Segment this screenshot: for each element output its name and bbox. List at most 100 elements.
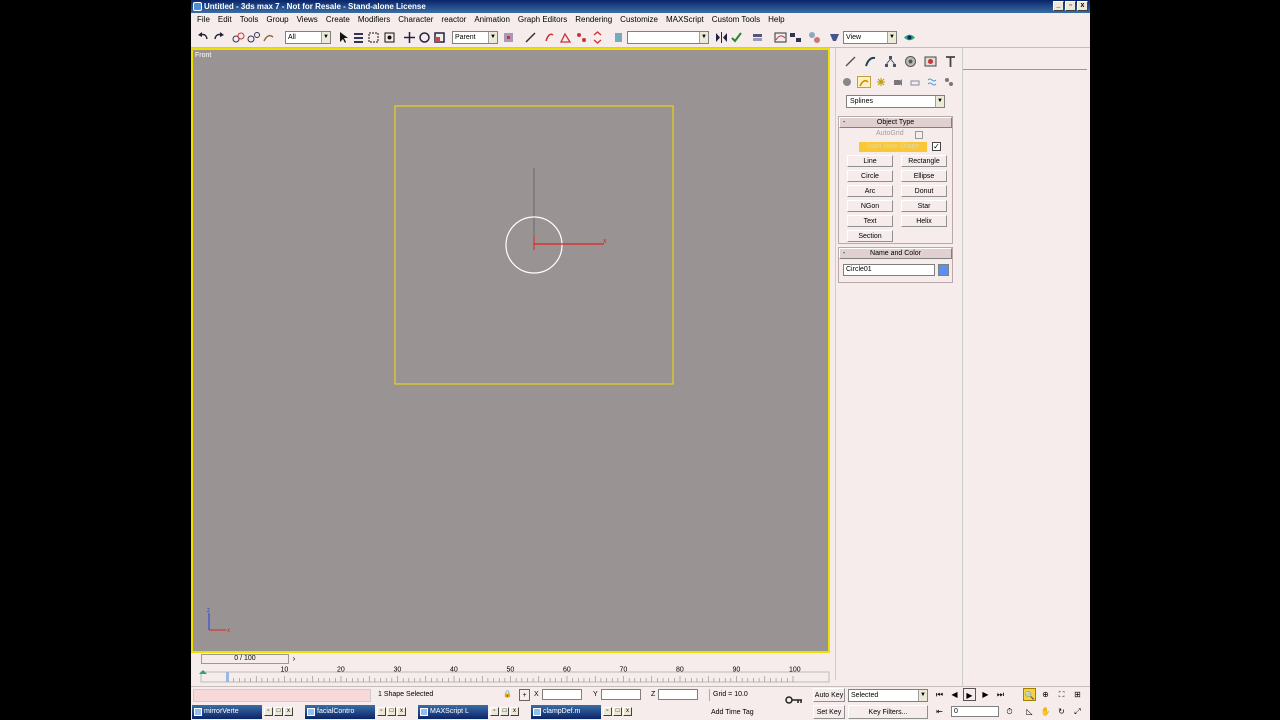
- close-button[interactable]: x: [397, 707, 406, 716]
- move-icon[interactable]: [403, 31, 416, 44]
- percent-snap-icon[interactable]: [575, 31, 588, 44]
- menu-help[interactable]: Help: [764, 13, 788, 27]
- time-slider-thumb[interactable]: 0 / 100: [201, 654, 289, 664]
- select-and-link-icon[interactable]: [232, 31, 245, 44]
- object-type-header[interactable]: - Object Type: [839, 117, 952, 128]
- menu-reactor[interactable]: reactor: [437, 13, 470, 27]
- schematic-view-icon[interactable]: [789, 31, 802, 44]
- menu-modifiers[interactable]: Modifiers: [354, 13, 394, 27]
- play-icon[interactable]: ▶: [963, 688, 976, 701]
- systems-icon[interactable]: [942, 76, 956, 88]
- scale-icon[interactable]: [433, 31, 446, 44]
- modify-tab-icon[interactable]: [862, 54, 878, 68]
- rectangle-button[interactable]: Rectangle: [901, 155, 947, 167]
- key-icon[interactable]: [785, 695, 803, 705]
- set-key-button[interactable]: Set Key: [813, 705, 845, 719]
- section-button[interactable]: Section: [847, 230, 893, 242]
- edit-named-selection-icon[interactable]: [612, 31, 625, 44]
- utilities-tab-icon[interactable]: [942, 54, 958, 68]
- next-frame-icon[interactable]: ▶: [979, 688, 992, 701]
- undo-icon[interactable]: [197, 31, 210, 44]
- previous-frame-icon[interactable]: ◀: [948, 688, 961, 701]
- select-manipulate-icon[interactable]: [524, 31, 537, 44]
- zoom-extents-icon[interactable]: ⛶: [1055, 688, 1068, 701]
- menu-animation[interactable]: Animation: [470, 13, 514, 27]
- ngon-button[interactable]: NGon: [847, 200, 893, 212]
- maximize-button[interactable]: □: [274, 707, 283, 716]
- pivot-center-icon[interactable]: [502, 31, 515, 44]
- select-object-icon[interactable]: [337, 31, 350, 44]
- start-new-shape-checkbox[interactable]: ✓: [932, 142, 941, 151]
- time-configuration-icon[interactable]: ⏱: [1003, 705, 1016, 718]
- menu-tools[interactable]: Tools: [236, 13, 263, 27]
- render-type-dropdown[interactable]: View ▼: [843, 31, 897, 44]
- key-filters-button[interactable]: Key Filters...: [848, 705, 928, 719]
- track-bar[interactable]: 10 20 30 40 50 60 70 80 90 100: [191, 666, 831, 686]
- helix-button[interactable]: Helix: [901, 215, 947, 227]
- material-editor-icon[interactable]: [808, 31, 821, 44]
- angle-snap-icon[interactable]: [559, 31, 572, 44]
- z-coordinate-input[interactable]: [658, 689, 698, 700]
- maximize-button[interactable]: □: [500, 707, 509, 716]
- selection-filter-dropdown[interactable]: All ▼: [285, 31, 331, 44]
- zoom-all-icon[interactable]: ⊕: [1039, 688, 1052, 701]
- geometry-icon[interactable]: [840, 76, 854, 88]
- arc-rotate-icon[interactable]: ↻: [1055, 705, 1068, 718]
- rotate-icon[interactable]: [418, 31, 431, 44]
- minimize-button[interactable]: _: [1053, 1, 1064, 11]
- align-icon[interactable]: [730, 31, 743, 44]
- motion-tab-icon[interactable]: [902, 54, 918, 68]
- auto-key-button[interactable]: Auto Key: [813, 688, 845, 702]
- close-button[interactable]: x: [284, 707, 293, 716]
- reference-coordinate-dropdown[interactable]: Parent ▼: [452, 31, 498, 44]
- ellipse-button[interactable]: Ellipse: [901, 170, 947, 182]
- maximize-viewport-icon[interactable]: ⤢: [1071, 705, 1084, 718]
- minimized-window-facialcontro[interactable]: facialContro: [305, 705, 375, 719]
- select-by-name-icon[interactable]: [352, 31, 365, 44]
- y-coordinate-input[interactable]: [601, 689, 641, 700]
- close-button[interactable]: x: [510, 707, 519, 716]
- minimized-window-clampdef[interactable]: clampDef.m: [531, 705, 601, 719]
- arc-button[interactable]: Arc: [847, 185, 893, 197]
- mirror-icon[interactable]: [715, 31, 728, 44]
- cameras-icon[interactable]: [891, 76, 905, 88]
- menu-file[interactable]: File: [193, 13, 214, 27]
- curve-editor-icon[interactable]: [774, 31, 787, 44]
- lock-selection-icon[interactable]: 🔒: [503, 689, 512, 701]
- redo-icon[interactable]: [212, 31, 225, 44]
- object-color-swatch[interactable]: [938, 264, 949, 276]
- window-crossing-icon[interactable]: [383, 31, 396, 44]
- layer-manager-icon[interactable]: [751, 31, 764, 44]
- menu-edit[interactable]: Edit: [214, 13, 236, 27]
- absolute-mode-icon[interactable]: +: [519, 689, 530, 701]
- time-slider[interactable]: 0 / 100 ›: [191, 653, 831, 666]
- shapes-icon[interactable]: [857, 76, 871, 88]
- key-mode-dropdown[interactable]: Selected ▼: [848, 689, 928, 702]
- zoom-extents-all-icon[interactable]: ⊞: [1071, 688, 1084, 701]
- space-warps-icon[interactable]: [925, 76, 939, 88]
- spinner-snap-icon[interactable]: [591, 31, 604, 44]
- donut-button[interactable]: Donut: [901, 185, 947, 197]
- lights-icon[interactable]: [874, 76, 888, 88]
- menu-create[interactable]: Create: [322, 13, 354, 27]
- render-scene-icon[interactable]: [828, 31, 841, 44]
- unlink-icon[interactable]: [247, 31, 260, 44]
- maximize-button[interactable]: □: [613, 707, 622, 716]
- minimized-window-maxscript[interactable]: MAXScript L: [418, 705, 488, 719]
- menu-rendering[interactable]: Rendering: [571, 13, 616, 27]
- category-dropdown[interactable]: Splines ▼: [846, 95, 945, 108]
- restore-button[interactable]: ▫: [490, 707, 499, 716]
- snap-toggle-icon[interactable]: [543, 31, 556, 44]
- display-tab-icon[interactable]: [922, 54, 938, 68]
- restore-button[interactable]: ▫: [264, 707, 273, 716]
- close-button[interactable]: x: [623, 707, 632, 716]
- go-to-start-icon[interactable]: ⏮: [933, 688, 946, 701]
- front-viewport[interactable]: Front x z x: [191, 48, 830, 653]
- name-and-color-header[interactable]: - Name and Color: [839, 248, 952, 259]
- circle-button[interactable]: Circle: [847, 170, 893, 182]
- bind-space-warp-icon[interactable]: [262, 31, 275, 44]
- close-button[interactable]: x: [1077, 1, 1088, 11]
- next-frame-arrow-icon[interactable]: ›: [289, 654, 299, 664]
- field-of-view-icon[interactable]: ◺: [1023, 705, 1036, 718]
- zoom-icon[interactable]: 🔍: [1023, 688, 1036, 701]
